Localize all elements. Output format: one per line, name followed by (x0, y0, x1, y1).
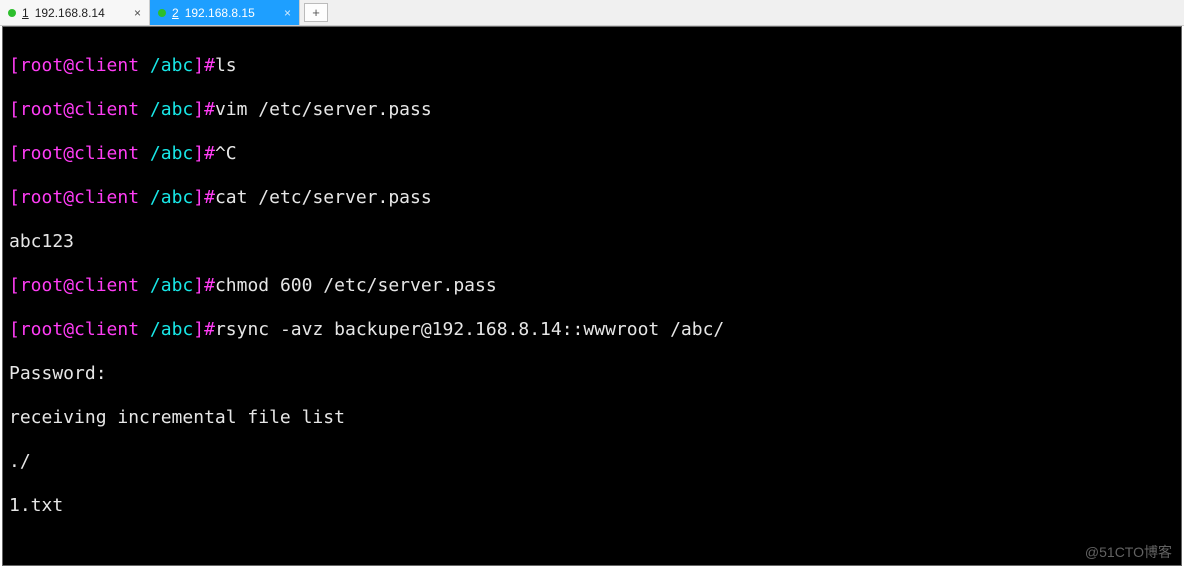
output-line: Password: (9, 363, 1175, 385)
prompt-userhost: root@client (20, 55, 150, 76)
output-line: ./ (9, 451, 1175, 473)
output-line: abc123 (9, 231, 1175, 253)
close-icon[interactable]: × (284, 6, 291, 20)
tab-index: 1 (22, 6, 29, 20)
prompt-open: [ (9, 55, 20, 76)
output-line: 1.txt (9, 495, 1175, 517)
tab-bar: 1 192.168.8.14 × 2 192.168.8.15 × + (0, 0, 1184, 26)
cmd-cat: cat /etc/server.pass (215, 187, 432, 208)
output-line (9, 539, 1175, 561)
tab-label: 192.168.8.14 (35, 6, 105, 20)
tab-label: 192.168.8.15 (185, 6, 255, 20)
cmd-chmod: chmod 600 /etc/server.pass (215, 275, 497, 296)
output-line: receiving incremental file list (9, 407, 1175, 429)
tab-1[interactable]: 1 192.168.8.14 × (0, 0, 150, 25)
tab-index: 2 (172, 6, 179, 20)
status-dot-icon (8, 9, 16, 17)
prompt-close: ]# (193, 55, 215, 76)
watermark: @51CTO博客 (1085, 542, 1172, 562)
close-icon[interactable]: × (134, 6, 141, 20)
cmd-ls: ls (215, 55, 237, 76)
add-tab-button[interactable]: + (304, 3, 328, 22)
prompt-path: /abc (150, 55, 193, 76)
cmd-rsync: rsync -avz backuper@192.168.8.14::wwwroo… (215, 319, 724, 340)
tab-2[interactable]: 2 192.168.8.15 × (150, 0, 300, 25)
cmd-vim: vim /etc/server.pass (215, 99, 432, 120)
status-dot-icon (158, 9, 166, 17)
cmd-interrupt: ^C (215, 143, 237, 164)
terminal-output[interactable]: [root@client /abc]#ls [root@client /abc]… (2, 26, 1182, 566)
